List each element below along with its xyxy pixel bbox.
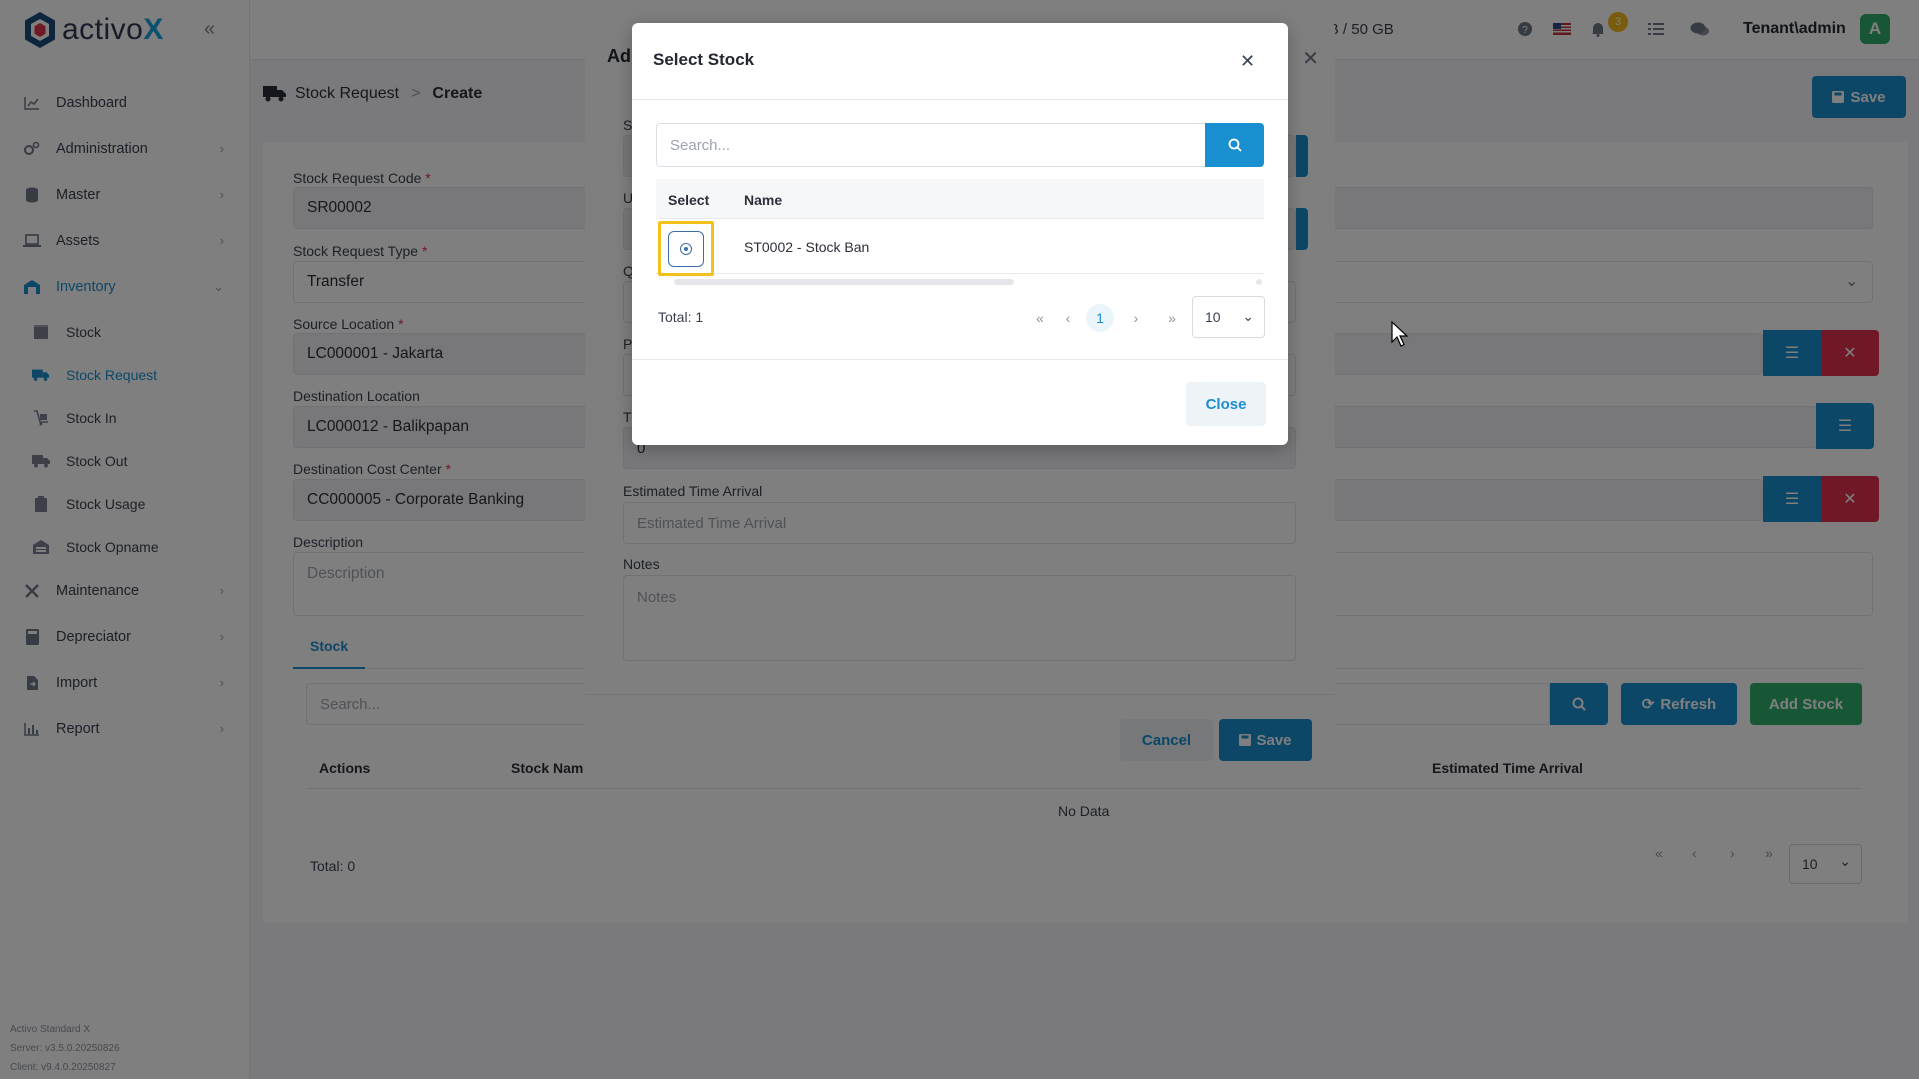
- page-size-select[interactable]: 10 ⌄: [1192, 296, 1265, 338]
- page-number-current[interactable]: 1: [1086, 304, 1114, 332]
- prev-page-icon[interactable]: ‹: [1054, 304, 1082, 332]
- search-button[interactable]: [1205, 123, 1264, 167]
- horizontal-scrollbar[interactable]: [674, 279, 1014, 285]
- column-header-select: Select: [668, 192, 710, 208]
- column-header-name: Name: [744, 192, 783, 208]
- table-row[interactable]: ST0002 - Stock Ban: [656, 220, 1264, 276]
- search-input[interactable]: Search...: [656, 123, 1206, 167]
- select-radio-button[interactable]: [668, 230, 704, 267]
- modal-title: Select Stock: [653, 50, 755, 69]
- modal-header-divider: [632, 99, 1288, 100]
- last-page-icon[interactable]: »: [1158, 304, 1186, 332]
- radio-icon: [680, 242, 692, 255]
- close-button[interactable]: Close: [1186, 382, 1266, 426]
- total-count: Total: 1: [658, 309, 704, 325]
- modal-footer-divider: [632, 359, 1288, 360]
- select-stock-modal: Select Stock ✕ Search... Select Name ST0…: [632, 23, 1288, 445]
- search-icon: [1228, 138, 1242, 152]
- first-page-icon[interactable]: «: [1026, 304, 1054, 332]
- chevron-down-icon: ⌄: [1242, 308, 1254, 324]
- mouse-cursor-icon: [1391, 321, 1409, 347]
- select-highlight: [658, 221, 714, 276]
- page-size-value: 10: [1205, 309, 1221, 325]
- table-header: Select Name: [656, 179, 1264, 219]
- stock-name-cell: ST0002 - Stock Ban: [744, 239, 870, 255]
- scrollbar-end: [1256, 279, 1262, 285]
- close-icon[interactable]: ✕: [1240, 51, 1255, 72]
- next-page-icon[interactable]: ›: [1122, 304, 1150, 332]
